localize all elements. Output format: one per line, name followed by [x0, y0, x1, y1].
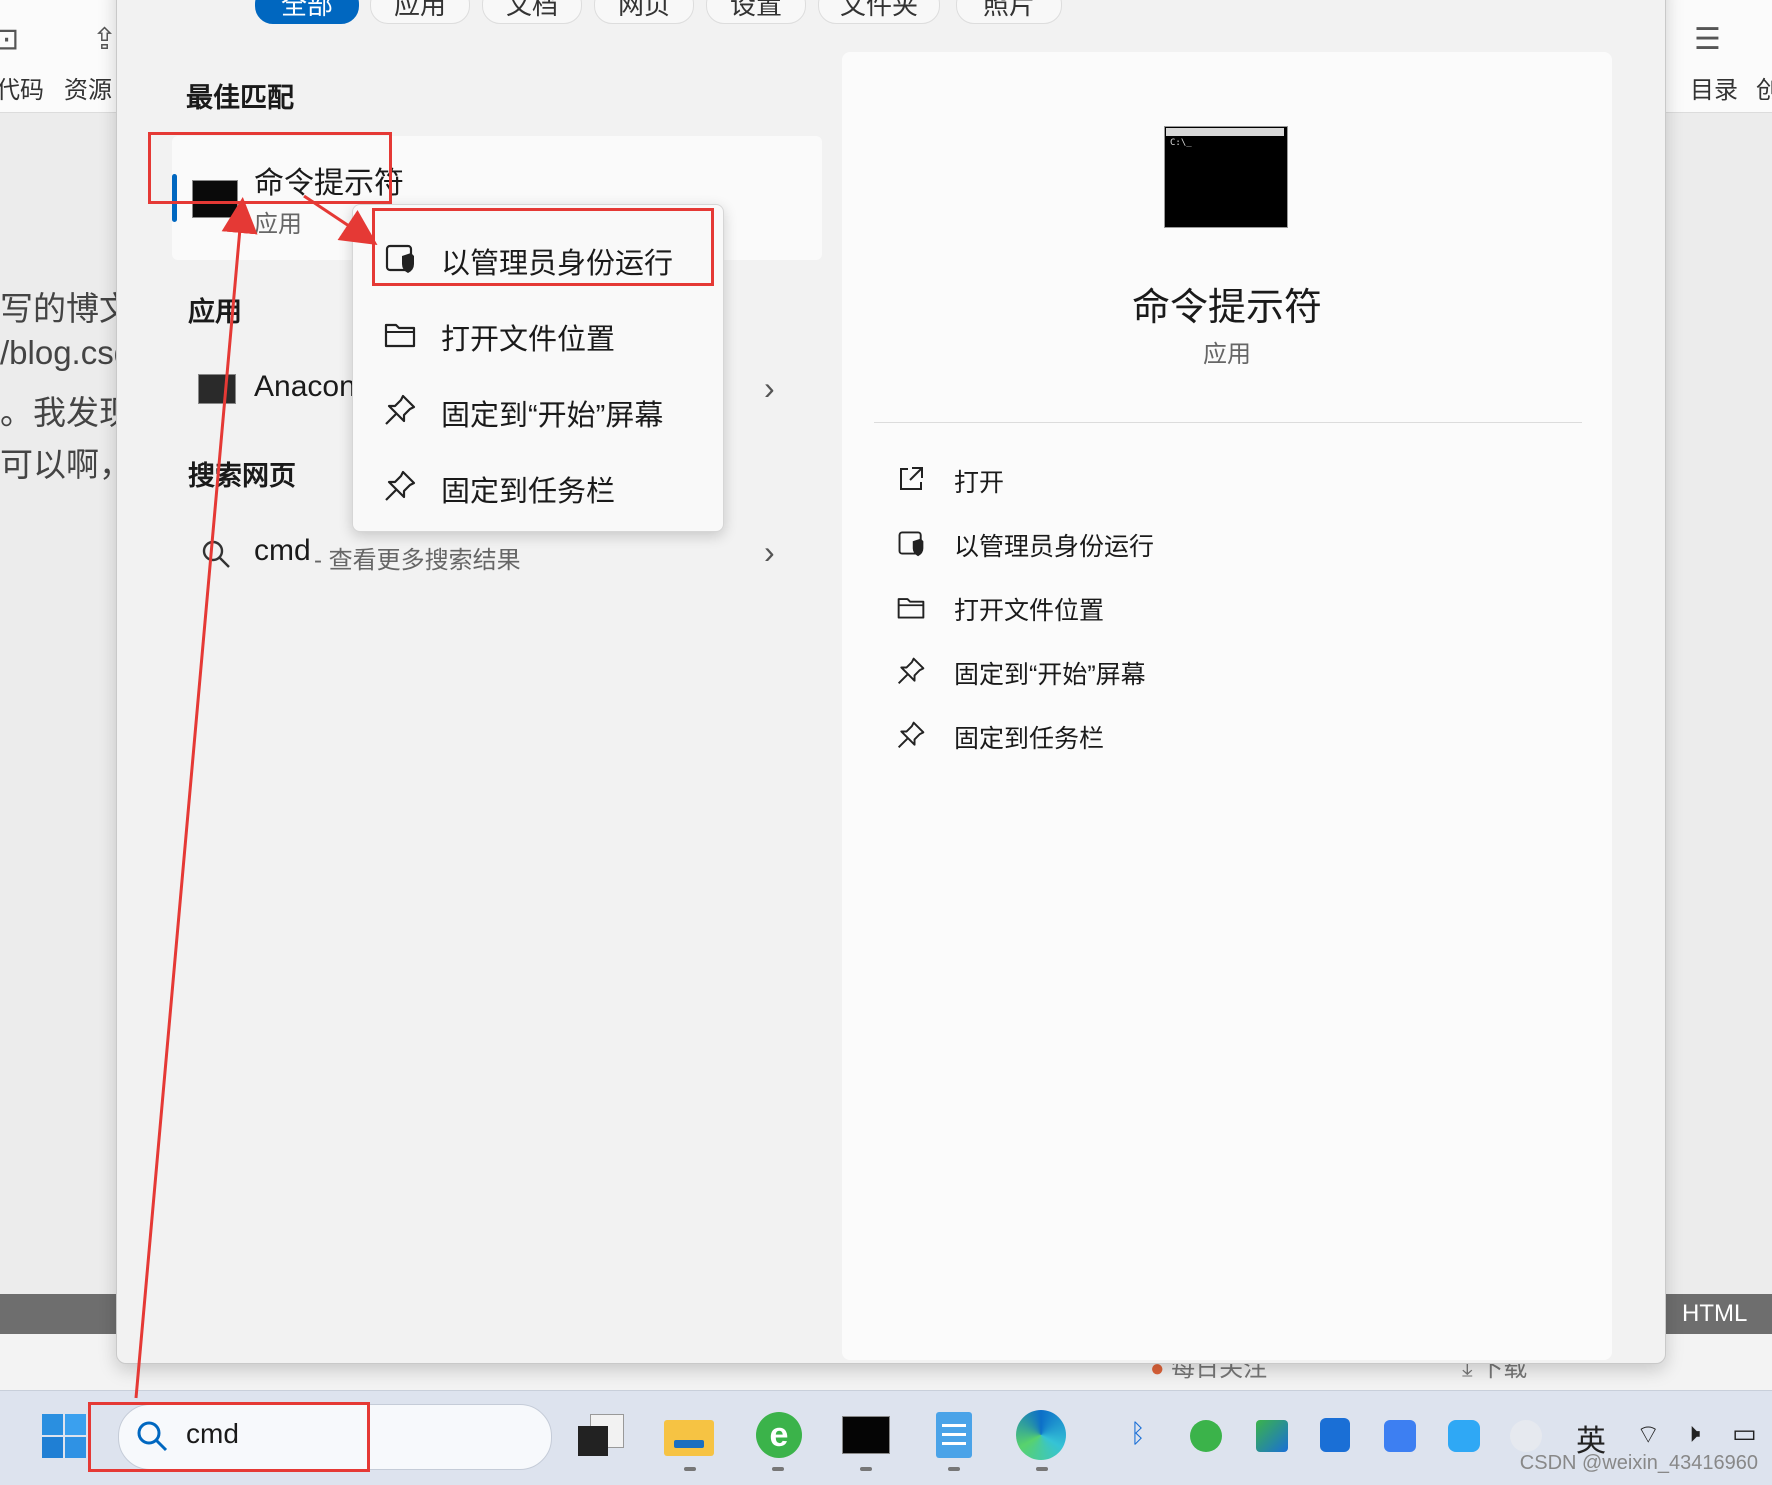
notes-tray-icon[interactable]	[1384, 1420, 1416, 1452]
tab-photos[interactable]: 照片	[956, 0, 1062, 24]
tab-documents[interactable]: 文档	[482, 0, 582, 24]
toc-icon: ☰	[1694, 23, 1721, 56]
chevron-right-icon[interactable]: ›	[764, 370, 775, 407]
divider	[874, 422, 1582, 423]
folder-icon	[384, 323, 416, 348]
web-search-query: cmd	[254, 534, 311, 567]
pin-icon	[385, 394, 416, 425]
shield-icon	[898, 531, 924, 557]
running-indicator	[1036, 1467, 1048, 1471]
annotation-box-search	[88, 1402, 370, 1472]
edge-browser-icon[interactable]	[1016, 1410, 1066, 1460]
battery-icon[interactable]: ▭	[1732, 1418, 1757, 1449]
editor-mode-label: HTML	[1682, 1300, 1748, 1327]
file-explorer-icon[interactable]	[664, 1416, 714, 1456]
web-search-hint: - 查看更多搜索结果	[314, 547, 521, 574]
article-text-line: /blog.csd	[0, 334, 133, 371]
best-match-type: 应用	[254, 211, 302, 238]
chat-tray-icon[interactable]	[1448, 1420, 1480, 1452]
running-indicator	[684, 1467, 696, 1471]
toolbar-item-resources[interactable]: 资源	[64, 70, 112, 105]
running-indicator	[860, 1467, 872, 1471]
tab-web[interactable]: 网页	[594, 0, 694, 24]
context-item-pin-to-taskbar[interactable]: 固定到任务栏	[353, 451, 723, 521]
action-pin-to-taskbar[interactable]: 固定到任务栏	[896, 712, 1296, 762]
running-indicator	[772, 1467, 784, 1471]
wifi-icon[interactable]: ⌔	[1636, 1418, 1660, 1451]
annotation-box-best-match	[148, 132, 392, 204]
app-tray-icon[interactable]	[1256, 1420, 1288, 1452]
pin-icon	[897, 657, 925, 685]
windows-start-icon[interactable]	[40, 1412, 88, 1460]
code-icon: ⊡	[0, 23, 20, 56]
upload-icon: ⇪	[92, 23, 118, 56]
bluetooth-icon[interactable]: ᛒ	[1130, 1418, 1146, 1449]
web-search-heading: 搜索网页	[188, 461, 296, 491]
command-prompt-taskbar-icon[interactable]	[842, 1416, 890, 1454]
command-prompt-large-icon: C:\_	[1164, 126, 1288, 228]
ie-browser-icon[interactable]: e	[756, 1412, 802, 1458]
tab-folders[interactable]: 文件夹	[818, 0, 940, 24]
action-pin-to-start[interactable]: 固定到“开始”屏幕	[896, 648, 1296, 698]
best-match-heading: 最佳匹配	[186, 83, 294, 113]
running-indicator	[948, 1467, 960, 1471]
notepad-icon[interactable]	[936, 1412, 972, 1458]
people-tray-icon[interactable]	[1510, 1420, 1542, 1452]
app-result-name: Anacon	[254, 370, 356, 403]
volume-muted-icon[interactable]: 🕨	[1684, 1418, 1700, 1450]
article-text-line: 写的博文	[0, 290, 132, 327]
open-external-icon	[900, 467, 923, 490]
toolbar-item-create[interactable]: 创	[1756, 70, 1772, 105]
toolbar-item-toc[interactable]: 目录	[1690, 70, 1738, 105]
chevron-right-icon[interactable]: ›	[764, 534, 775, 571]
anaconda-prompt-icon	[198, 374, 236, 404]
article-text-line: 。我发现	[0, 394, 132, 431]
context-item-open-file-location[interactable]: 打开文件位置	[353, 299, 723, 369]
tab-settings[interactable]: 设置	[706, 0, 806, 24]
watermark: CSDN @weixin_43416960	[1519, 1452, 1758, 1474]
annotation-box-run-as-admin	[372, 208, 714, 286]
search-icon	[202, 540, 230, 568]
preview-title: 命令提示符	[1131, 287, 1322, 329]
toolbar-item-code[interactable]: 代码	[0, 70, 44, 105]
preview-subtitle: 应用	[1203, 341, 1251, 368]
task-view-icon[interactable]	[578, 1414, 624, 1458]
context-item-pin-to-start[interactable]: 固定到“开始”屏幕	[353, 375, 723, 445]
apps-heading: 应用	[188, 297, 242, 327]
folder-icon	[897, 598, 925, 619]
pin-icon	[897, 721, 925, 749]
security-tray-icon[interactable]	[1190, 1420, 1222, 1452]
tab-apps[interactable]: 应用	[370, 0, 470, 24]
action-run-as-admin[interactable]: 以管理员身份运行	[896, 520, 1296, 570]
preview-pane	[842, 52, 1612, 1360]
tab-all[interactable]: 全部	[255, 0, 359, 24]
action-open[interactable]: 打开	[896, 456, 1296, 506]
pin-icon	[385, 470, 416, 501]
action-open-file-location[interactable]: 打开文件位置	[896, 584, 1296, 634]
shield-tray-icon[interactable]	[1320, 1418, 1350, 1452]
